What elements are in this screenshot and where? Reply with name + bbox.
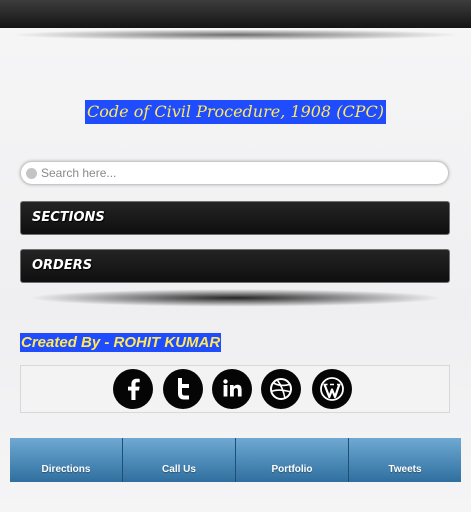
linkedin-icon[interactable]	[212, 369, 252, 409]
social-links	[20, 365, 450, 413]
credit-text: Created By - ROHIT KUMAR	[20, 333, 222, 352]
page-title: Code of Civil Procedure, 1908 (CPC)	[0, 100, 471, 124]
dribbble-icon[interactable]	[261, 369, 301, 409]
wordpress-icon[interactable]	[312, 369, 352, 409]
facebook-icon[interactable]	[113, 369, 153, 409]
search-icon	[26, 168, 37, 179]
nav-item-directions[interactable]: Directions	[10, 438, 123, 482]
search-input[interactable]	[41, 164, 436, 182]
search-bar[interactable]	[20, 161, 449, 185]
menu-item-sections[interactable]: SECTIONS	[20, 201, 450, 235]
credit: Created By - ROHIT KUMAR	[20, 333, 222, 352]
nav-item-portfolio[interactable]: Portfolio	[236, 438, 349, 482]
top-bar	[0, 0, 471, 28]
menu-item-orders[interactable]: ORDERS	[20, 249, 450, 283]
page-title-text: Code of Civil Procedure, 1908 (CPC)	[85, 100, 386, 124]
menu-shadow	[30, 288, 441, 310]
nav-item-call-us[interactable]: Call Us	[123, 438, 236, 482]
header-shadow	[10, 30, 461, 46]
nav-item-tweets[interactable]: Tweets	[349, 438, 461, 482]
bottom-nav: Directions Call Us Portfolio Tweets	[10, 438, 461, 482]
twitter-icon[interactable]	[163, 369, 203, 409]
